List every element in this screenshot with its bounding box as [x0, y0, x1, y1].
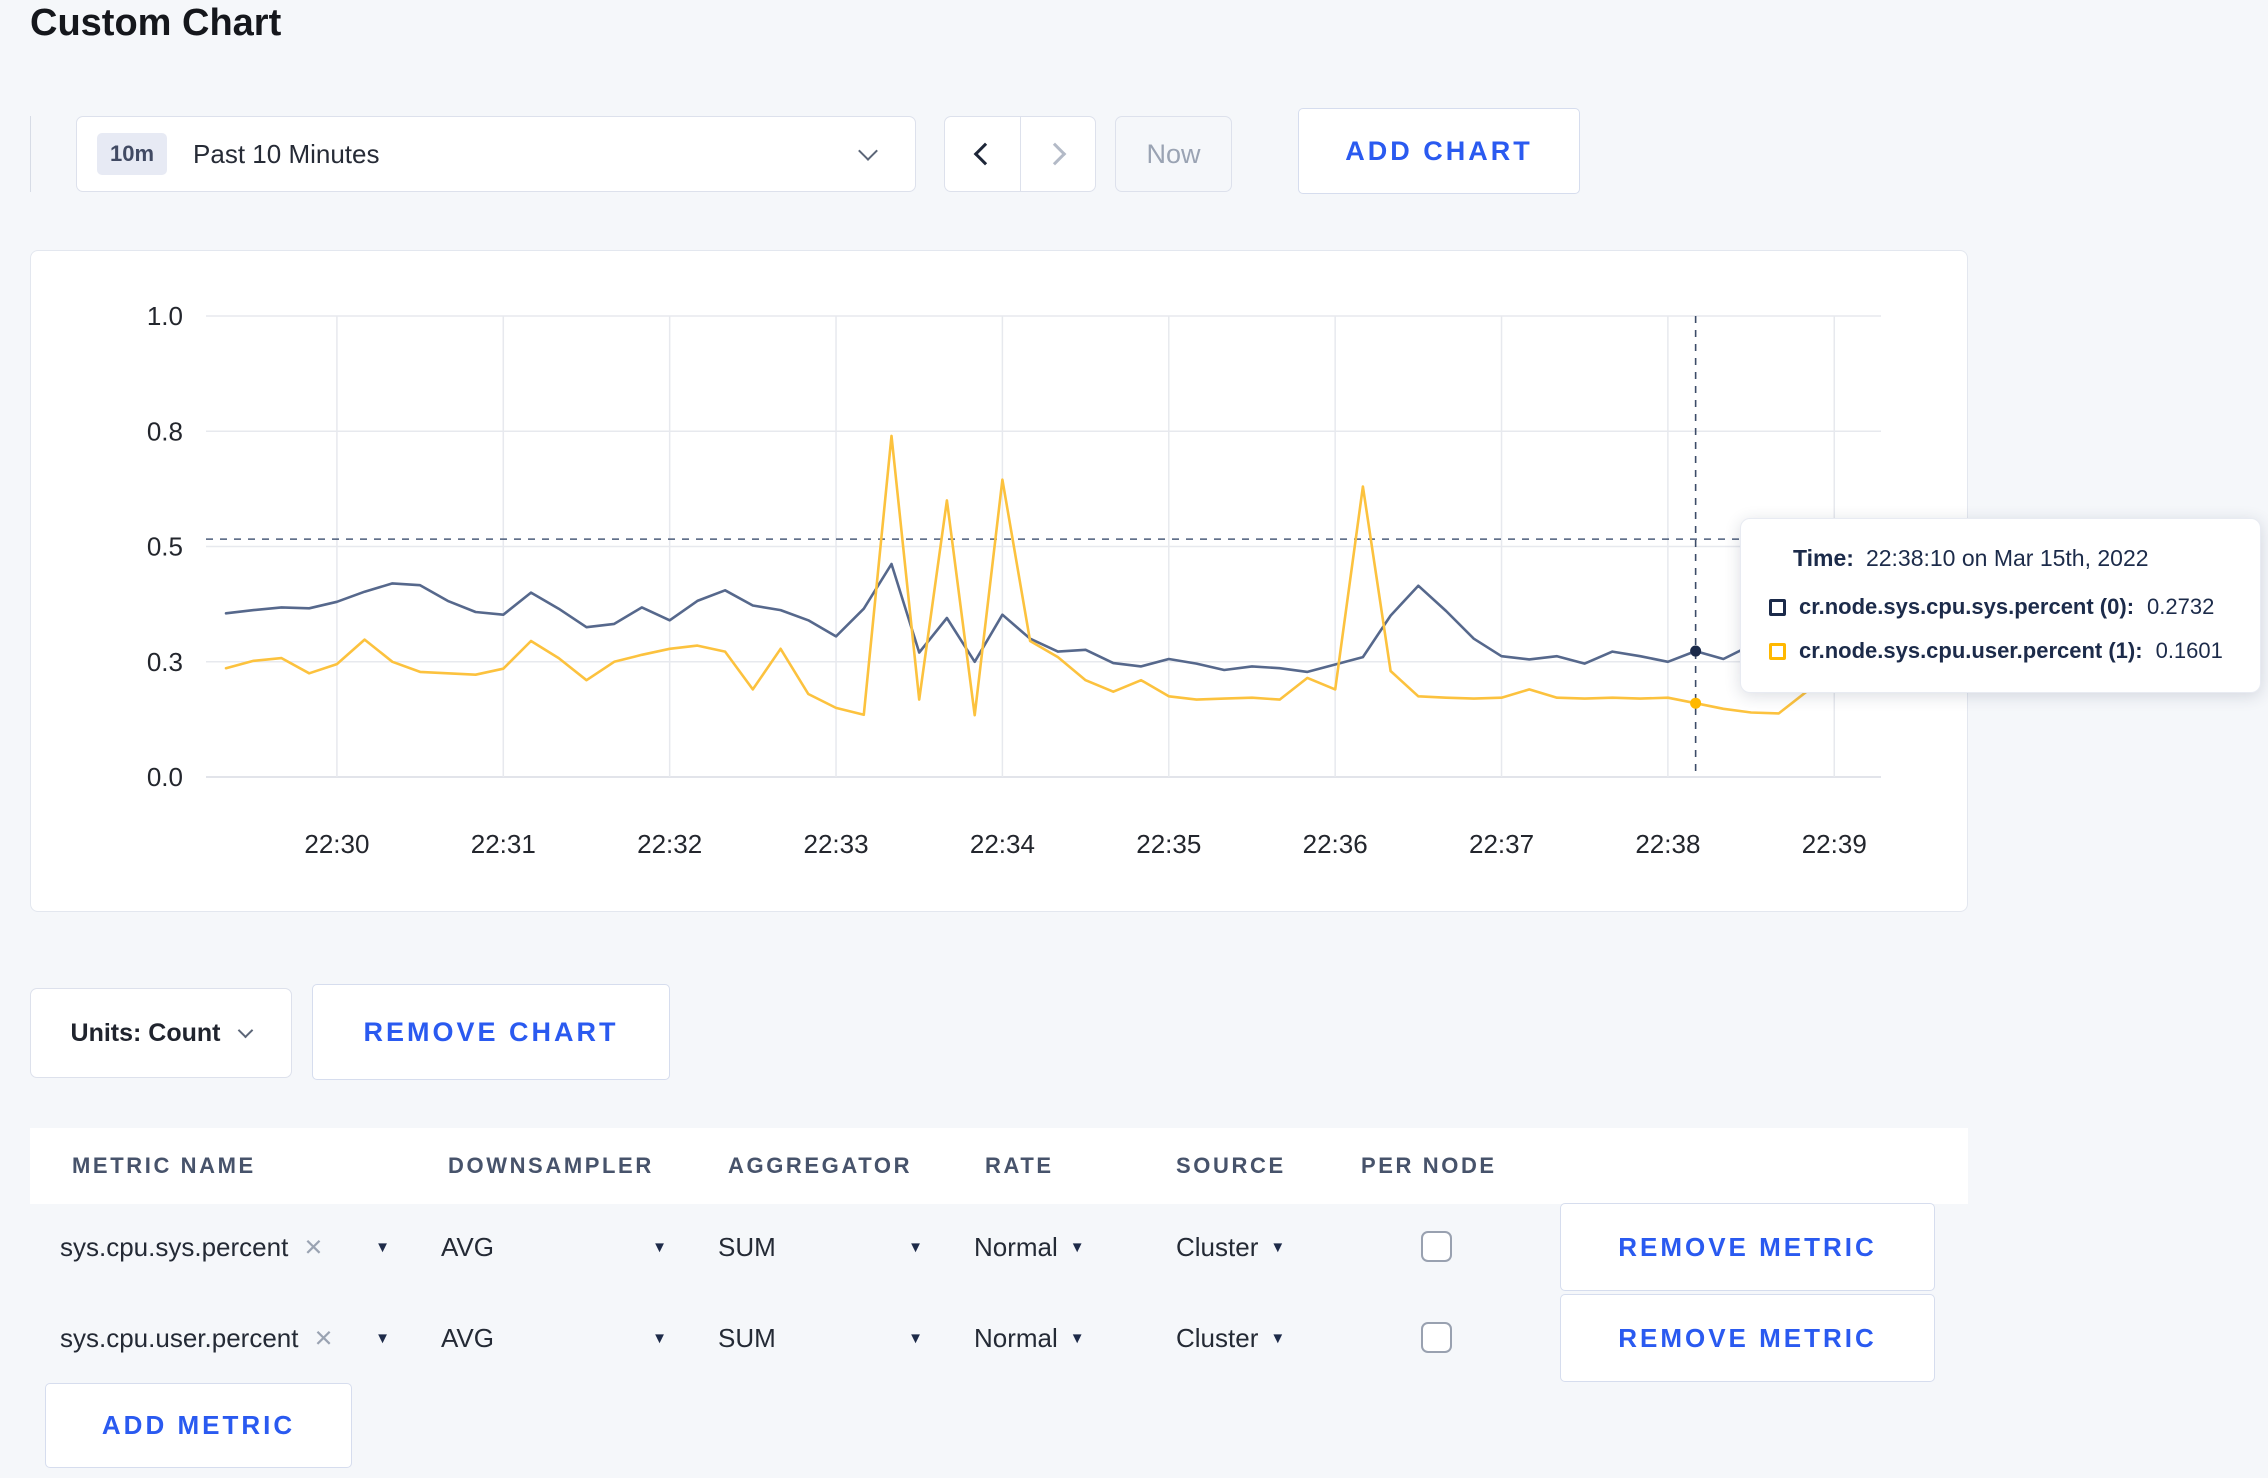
downsampler-select[interactable]: AVG ▼ [441, 1294, 667, 1382]
series-line [224, 562, 1864, 674]
column-header-rate: RATE [985, 1153, 1054, 1178]
dropdown-caret-icon: ▼ [1069, 1329, 1085, 1347]
chevron-right-icon [1043, 142, 1067, 166]
chevron-down-icon [858, 141, 878, 161]
hover-point [1690, 645, 1702, 657]
column-header-per-node: PER NODE [1361, 1153, 1497, 1178]
dropdown-caret-icon: ▼ [908, 1329, 923, 1347]
x-axis-tick-label: 22:35 [1136, 829, 1201, 859]
per-node-checkbox[interactable] [1421, 1231, 1452, 1262]
series-line [224, 434, 1864, 717]
next-range-button[interactable] [1019, 117, 1096, 191]
rate-value: Normal [974, 1231, 1058, 1262]
tooltip-series-value: 0.2732 [2147, 594, 2215, 619]
series-swatch-icon [1769, 642, 1786, 660]
downsampler-value: AVG [441, 1322, 494, 1353]
aggregator-select[interactable]: SUM ▼ [718, 1294, 923, 1382]
metric-row: sys.cpu.user.percent × ▼ AVG ▼ SUM ▼ Normal ▼ Clu… [30, 1294, 1968, 1382]
remove-metric-button[interactable]: REMOVE METRIC [1560, 1294, 1935, 1382]
dropdown-caret-icon: ▼ [1069, 1238, 1085, 1256]
timeseries-chart[interactable]: 0.0 0.3 0.5 0.8 1.0 22:30 22:31 22:32 22:33 22:34… [31, 251, 1969, 913]
units-label: Units: Count [70, 1018, 221, 1047]
x-axis-tick-label: 22:38 [1635, 829, 1700, 859]
chart-hover-tooltip: Time: 22:38:10 on Mar 15th, 2022 cr.node.… [1740, 518, 2261, 693]
toolbar-divider [30, 116, 31, 192]
prev-range-button[interactable] [945, 117, 1020, 191]
aggregator-value: SUM [718, 1231, 776, 1262]
source-value: Cluster [1176, 1231, 1259, 1262]
y-axis-tick-label: 1.0 [147, 301, 183, 331]
hover-point [1690, 697, 1702, 709]
dropdown-caret-icon: ▼ [1270, 1329, 1286, 1347]
add-metric-button[interactable]: ADD METRIC [45, 1383, 352, 1468]
x-axis-tick-label: 22:39 [1802, 829, 1867, 859]
x-axis-tick-label: 22:31 [471, 829, 536, 859]
remove-chart-button[interactable]: REMOVE CHART [312, 984, 670, 1080]
series-swatch-icon [1769, 598, 1786, 616]
metric-name-field[interactable]: sys.cpu.user.percent × ▼ [60, 1294, 390, 1382]
aggregator-value: SUM [718, 1322, 776, 1353]
dropdown-caret-icon: ▼ [1270, 1238, 1286, 1256]
chevron-down-icon [238, 1022, 254, 1038]
aggregator-select[interactable]: SUM ▼ [718, 1203, 923, 1291]
tooltip-series-row: cr.node.sys.cpu.sys.percent (0): 0.2732 [1769, 594, 2232, 620]
metric-name-field[interactable]: sys.cpu.sys.percent × ▼ [60, 1203, 390, 1291]
units-select[interactable]: Units: Count [30, 988, 292, 1078]
metric-name-value: sys.cpu.sys.percent [60, 1231, 289, 1262]
time-range-label: Past 10 Minutes [193, 138, 380, 169]
metric-row: sys.cpu.sys.percent × ▼ AVG ▼ SUM ▼ Normal ▼ Clus… [30, 1203, 1968, 1291]
chevron-left-icon [973, 142, 997, 166]
y-axis-tick-label: 0.8 [147, 416, 183, 446]
tooltip-series-value: 0.1601 [2155, 638, 2223, 663]
source-select[interactable]: Cluster ▼ [1176, 1203, 1285, 1291]
time-range-badge: 10m [97, 133, 168, 175]
time-range-select[interactable]: 10m Past 10 Minutes [76, 116, 916, 192]
add-chart-button[interactable]: ADD CHART [1298, 108, 1580, 194]
x-axis-tick-label: 22:30 [304, 829, 369, 859]
y-axis-tick-label: 0.0 [147, 762, 183, 792]
column-header-metric-name: METRIC NAME [72, 1153, 256, 1178]
downsampler-value: AVG [441, 1231, 494, 1262]
column-header-downsampler: DOWNSAMPLER [448, 1153, 654, 1178]
dropdown-caret-icon[interactable]: ▼ [375, 1239, 390, 1256]
y-axis-tick-label: 0.5 [147, 532, 183, 562]
tooltip-time-value: 22:38:10 on Mar 15th, 2022 [1865, 545, 2149, 571]
dropdown-caret-icon: ▼ [908, 1238, 923, 1256]
chart-panel: 0.0 0.3 0.5 0.8 1.0 22:30 22:31 22:32 22:33 22:34… [30, 250, 1968, 912]
column-header-aggregator: AGGREGATOR [728, 1153, 913, 1178]
x-axis-tick-label: 22:32 [637, 829, 702, 859]
source-select[interactable]: Cluster ▼ [1176, 1294, 1285, 1382]
clear-metric-icon[interactable]: × [304, 1229, 322, 1265]
per-node-checkbox[interactable] [1421, 1322, 1452, 1353]
column-header-source: SOURCE [1176, 1153, 1286, 1178]
tooltip-series-label: cr.node.sys.cpu.sys.percent (0): [1799, 594, 2135, 619]
metrics-table-header: METRIC NAME DOWNSAMPLER AGGREGATOR RATE SOUR… [30, 1128, 1968, 1204]
y-axis-tick-label: 0.3 [147, 647, 183, 677]
rate-select[interactable]: Normal ▼ [974, 1294, 1085, 1382]
metric-name-value: sys.cpu.user.percent [60, 1322, 299, 1353]
x-axis-tick-label: 22:34 [970, 829, 1035, 859]
rate-select[interactable]: Normal ▼ [974, 1203, 1085, 1291]
dropdown-caret-icon: ▼ [652, 1238, 667, 1256]
tooltip-series-label: cr.node.sys.cpu.user.percent (1): [1799, 638, 2143, 663]
x-axis-tick-label: 22:33 [803, 829, 868, 859]
remove-metric-button[interactable]: REMOVE METRIC [1560, 1203, 1935, 1291]
clear-metric-icon[interactable]: × [314, 1320, 332, 1356]
now-button[interactable]: Now [1115, 116, 1232, 192]
source-value: Cluster [1176, 1322, 1259, 1353]
x-axis-tick-label: 22:36 [1303, 829, 1368, 859]
dropdown-caret-icon: ▼ [652, 1329, 667, 1347]
dropdown-caret-icon[interactable]: ▼ [375, 1330, 390, 1347]
downsampler-select[interactable]: AVG ▼ [441, 1203, 667, 1291]
tooltip-series-row: cr.node.sys.cpu.user.percent (1): 0.1601 [1769, 638, 2232, 664]
tooltip-time-label: Time: [1793, 545, 1854, 571]
page-title: Custom Chart [30, 2, 282, 44]
tooltip-time: Time: 22:38:10 on Mar 15th, 2022 [1793, 545, 2232, 572]
rate-value: Normal [974, 1322, 1058, 1353]
time-pager [944, 116, 1096, 192]
x-axis-tick-label: 22:37 [1469, 829, 1534, 859]
